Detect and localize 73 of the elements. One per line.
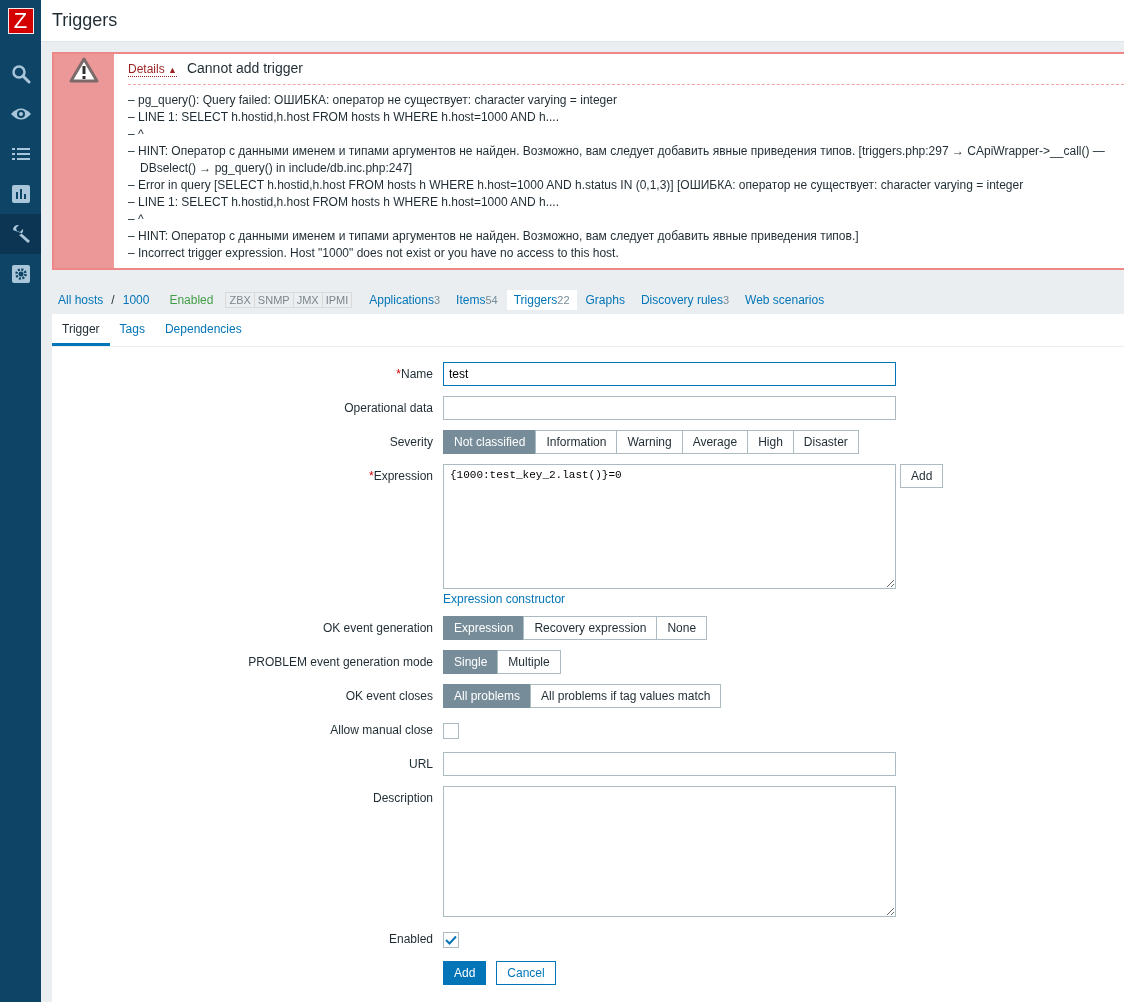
field-label: Severity [388,434,434,451]
host-tab[interactable]: Discovery rules3 [633,290,737,310]
logo[interactable]: Z [7,8,34,34]
field-label: *Expression [367,468,434,485]
field-label: *Name [395,366,434,383]
breadcrumb-link[interactable]: 1000 [122,293,150,307]
field-label: Operational data [343,400,434,417]
host-tab[interactable]: Web scenarios [738,290,832,310]
host-tab[interactable]: Graphs [578,290,632,310]
sidebar-item[interactable] [0,214,41,254]
error-line: – HINT: Оператор с данными именем и типами аргументов не найден. Возможно, вам следует добавить явные приведения типов.] [128,228,860,245]
error-line: – LINE 1: SELECT h.hostid,h.host FROM hosts h WHERE h.host=1000 AND h.... [128,109,560,126]
availability-tag: JMX [293,293,323,307]
field-label: Allow manual close [329,722,434,739]
form-tab[interactable]: Dependencies [154,314,252,346]
segment-option[interactable]: Expression [443,616,525,640]
text-field[interactable] [443,752,896,776]
add-button[interactable]: Add [443,961,487,985]
gear-icon [11,265,30,283]
field-label: Description [371,790,434,807]
error-line: – ^ [128,126,145,143]
form-tab[interactable]: Tags [109,314,155,346]
expression-constructor-link[interactable]: Expression constructor [443,592,566,606]
breadcrumb-link[interactable]: All hosts [58,293,104,307]
text-field[interactable] [443,396,896,420]
error-line: – Incorrect trigger expression. Host "1000" does not exist or you have no access to this host. [128,245,620,262]
segment-option[interactable]: All problems [443,684,532,708]
segment-option[interactable]: Disaster [792,430,859,454]
error-line: – LINE 1: SELECT h.hostid,h.host FROM hosts h WHERE h.host=1000 AND h.... [128,194,560,211]
add-button[interactable]: Add [900,464,944,488]
error-line: – Error in query [SELECT h.hostid,h.host FROM hosts h WHERE h.host=1000 AND h.status IN (0,1,3)] [ОШИБКА: оператор не существует: character varying = integer [128,177,1025,194]
segment-option[interactable]: Not classified [443,430,537,454]
segment-option[interactable]: Single [443,650,499,674]
search-icon [10,64,31,84]
availability-tag: SNMP [254,293,294,307]
description-field[interactable] [443,786,896,917]
segment-option[interactable]: Average [681,430,749,454]
expression-field[interactable]: {1000:test_key_2.last()}=0 [443,464,896,589]
warning-icon [69,57,99,83]
error-line: – pg_query(): Query failed: ОШИБКА: оператор не существует: character varying = integer [128,92,618,109]
host-tab[interactable]: Applications3 [362,290,448,310]
host-status: Enabled [169,293,214,307]
segment-option[interactable]: All problems if tag values match [530,684,722,708]
text-field[interactable]: test [443,362,896,386]
segment-option[interactable]: None [656,616,708,640]
field-label: OK event closes [344,688,434,705]
field-label: PROBLEM event generation mode [247,654,434,671]
cancel-button[interactable]: Cancel [496,961,556,985]
page-title: Triggers [52,10,118,31]
checkbox[interactable] [443,932,459,948]
checkbox[interactable] [443,723,459,739]
field-label: URL [408,756,434,773]
list-icon [11,147,30,161]
message-title: Cannot add trigger [186,60,303,76]
segment-option[interactable]: High [747,430,794,454]
host-tab[interactable]: Triggers22 [506,290,577,310]
error-line: – ^ [128,211,145,228]
details-link[interactable]: Details ▲ [128,62,177,77]
segment-option[interactable]: Warning [616,430,683,454]
wrench-icon [10,224,31,244]
error-line: – HINT: Оператор с данными именем и типами аргументов не найден. Возможно, вам следует добавить явные приведения типов. [triggers.php:297 → CApiWrapper->__call() — DBselect() → pg_query() in include/db.inc.php:247] [128,143,1106,177]
eye-icon [9,107,32,121]
breadcrumb-separator: / [111,293,115,307]
availability-tag: IPMI [322,293,352,307]
segment-option[interactable]: Multiple [497,650,561,674]
host-tab[interactable]: Items54 [449,290,505,310]
segment-option[interactable]: Information [535,430,618,454]
availability-tag: ZBX [226,293,255,307]
field-label: Enabled [387,931,434,948]
field-label: OK event generation [321,620,434,637]
bar-chart-icon [11,185,30,203]
segment-option[interactable]: Recovery expression [523,616,658,640]
form-tab[interactable]: Trigger [52,314,110,346]
